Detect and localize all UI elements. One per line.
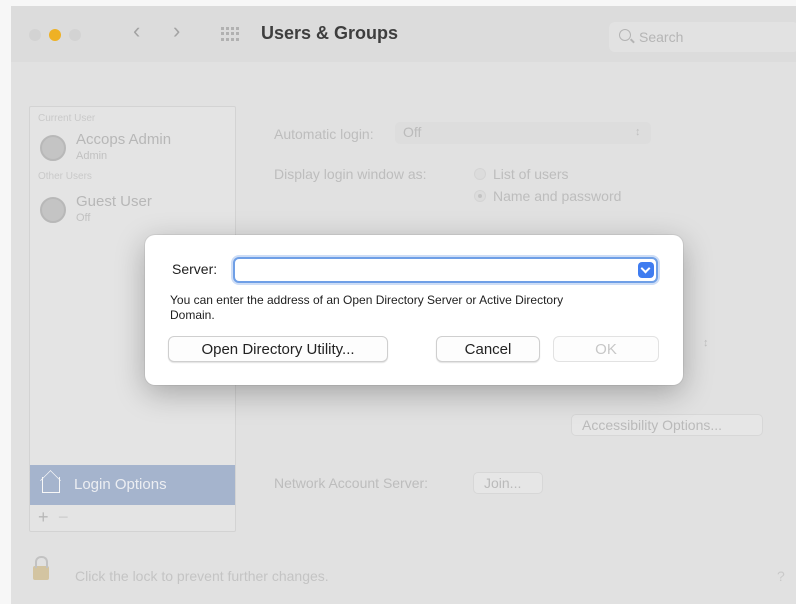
- server-dialog: Server: You can enter the address of an …: [145, 235, 683, 385]
- server-input[interactable]: [233, 257, 658, 283]
- ok-button[interactable]: OK: [553, 336, 659, 362]
- dialog-help-text: You can enter the address of an Open Dir…: [170, 293, 564, 322]
- cancel-button[interactable]: Cancel: [436, 336, 540, 362]
- chevron-down-icon[interactable]: [638, 262, 654, 278]
- server-label: Server:: [172, 261, 218, 277]
- open-directory-utility-button[interactable]: Open Directory Utility...: [168, 336, 388, 362]
